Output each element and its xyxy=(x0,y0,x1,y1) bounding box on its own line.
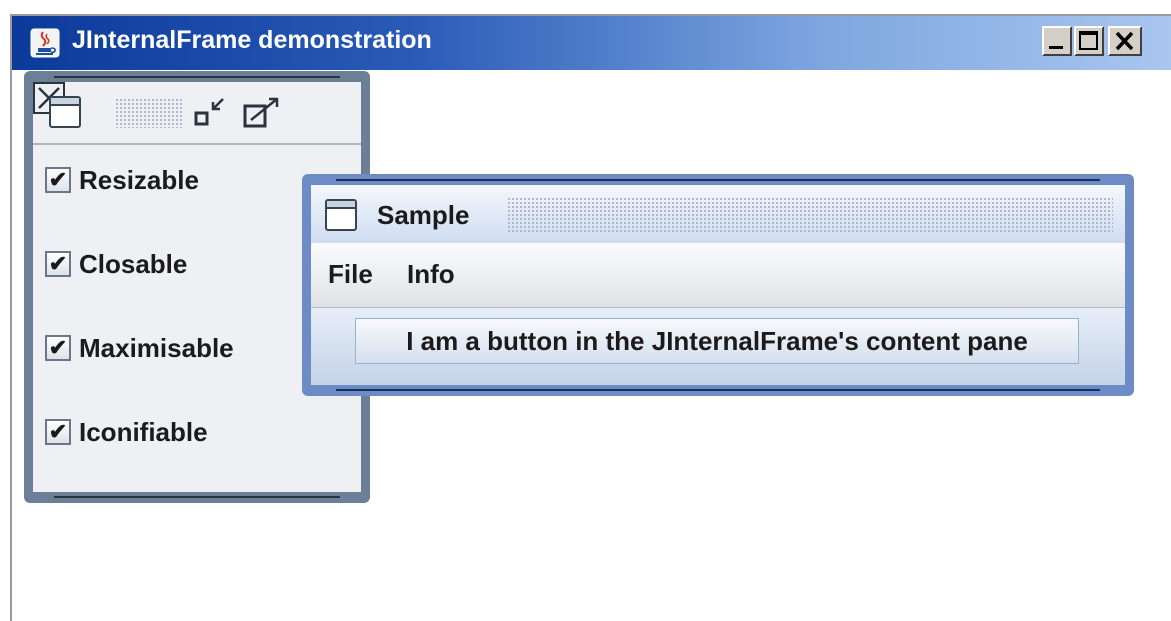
sample-frame-body: Sample File Info I am a button in the JI… xyxy=(311,185,1125,385)
java-cup-icon xyxy=(30,28,60,58)
content-pane-button[interactable]: I am a button in the JInternalFrame's co… xyxy=(355,318,1079,364)
resizable-option[interactable]: ✔ Resizable xyxy=(45,163,199,197)
sample-internal-frame[interactable]: Sample File Info I am a button in the JI… xyxy=(302,174,1134,396)
resizable-checkbox[interactable]: ✔ xyxy=(45,167,71,193)
iconifiable-label: Iconifiable xyxy=(79,416,208,447)
frame-icon[interactable] xyxy=(49,96,81,128)
minimize-icon xyxy=(1049,46,1063,49)
application-window: JInternalFrame demonstration ✔ Resizable… xyxy=(10,14,1171,621)
closable-checkbox[interactable]: ✔ xyxy=(45,251,71,277)
maximize-frame-icon[interactable] xyxy=(243,96,283,130)
frame-icon[interactable] xyxy=(325,199,357,231)
close-icon xyxy=(1115,31,1134,51)
desktop-pane: ✔ Resizable ✔ Closable ✔ Maximisable ✔ I… xyxy=(12,70,1171,621)
window-titlebar[interactable]: JInternalFrame demonstration xyxy=(12,16,1171,70)
iconify-icon[interactable] xyxy=(193,96,233,130)
controls-frame-titlebar[interactable] xyxy=(33,82,361,145)
menu-bar: File Info xyxy=(311,243,1125,308)
resizable-label: Resizable xyxy=(79,164,199,195)
closable-option[interactable]: ✔ Closable xyxy=(45,247,187,281)
maximisable-checkbox[interactable]: ✔ xyxy=(45,335,71,361)
menu-info[interactable]: Info xyxy=(407,259,455,290)
maximize-icon xyxy=(1079,31,1098,50)
maximisable-option[interactable]: ✔ Maximisable xyxy=(45,331,234,365)
maximize-button[interactable] xyxy=(1074,26,1104,56)
window-title: JInternalFrame demonstration xyxy=(72,26,432,54)
titlebar-grip xyxy=(507,197,1113,233)
frame-border-top xyxy=(336,179,1100,181)
sample-frame-title: Sample xyxy=(377,200,470,230)
closable-label: Closable xyxy=(79,248,188,279)
content-pane: I am a button in the JInternalFrame's co… xyxy=(311,308,1125,385)
frame-border-top xyxy=(54,76,340,78)
sample-frame-titlebar[interactable]: Sample xyxy=(311,185,1125,244)
titlebar-grip xyxy=(115,98,183,128)
minimize-button[interactable] xyxy=(1042,26,1072,56)
frame-border-bottom xyxy=(54,496,340,498)
frame-border-bottom xyxy=(336,389,1100,391)
iconifiable-option[interactable]: ✔ Iconifiable xyxy=(45,415,208,449)
iconifiable-checkbox[interactable]: ✔ xyxy=(45,419,71,445)
close-button[interactable] xyxy=(1108,26,1142,56)
menu-file[interactable]: File xyxy=(328,259,373,290)
maximisable-label: Maximisable xyxy=(79,332,234,363)
